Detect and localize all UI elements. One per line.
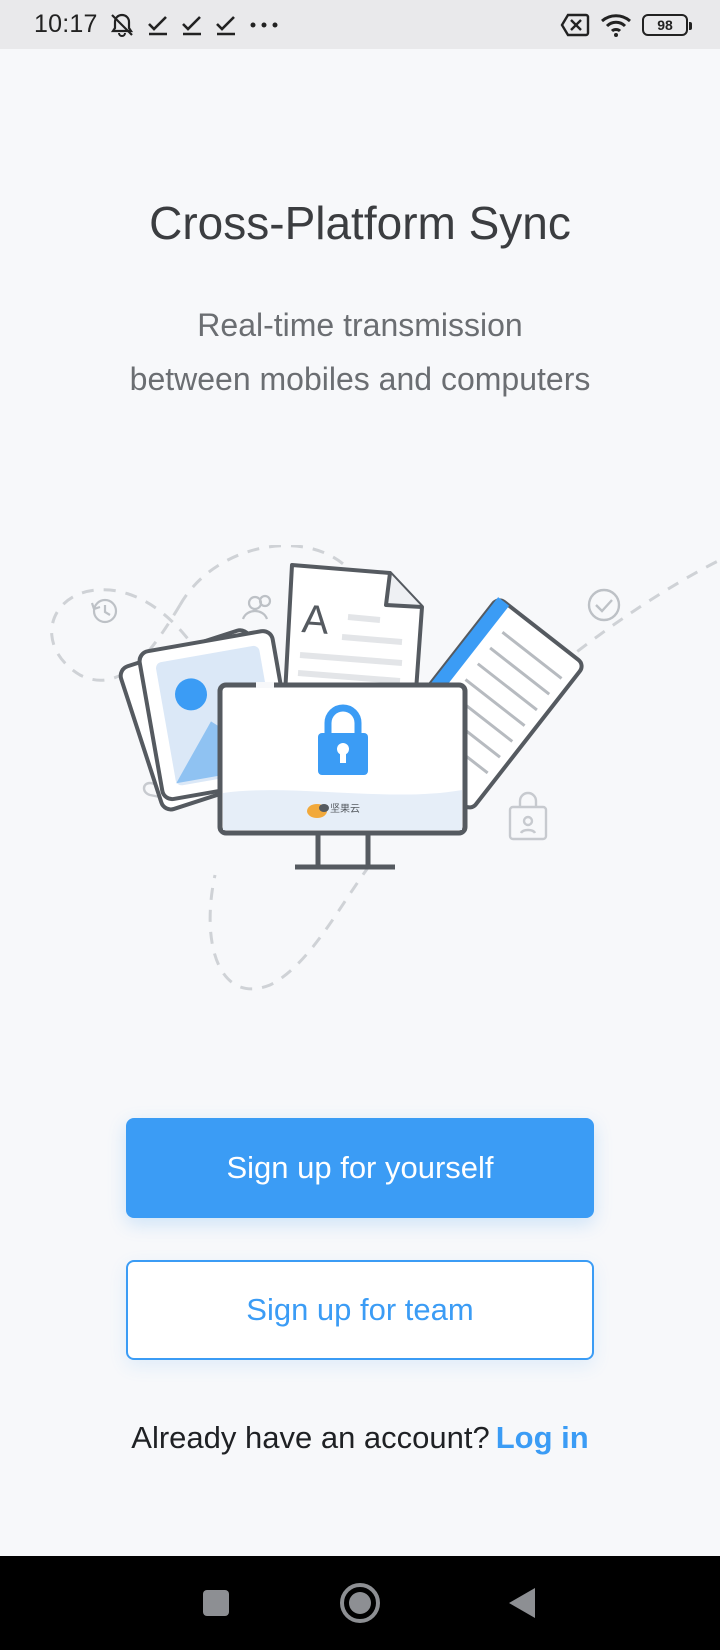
sign-up-team-button[interactable]: Sign up for team bbox=[126, 1260, 594, 1360]
page-title: Cross-Platform Sync bbox=[149, 197, 571, 249]
login-prompt: Already have an account? bbox=[131, 1420, 490, 1455]
sync-illustration: A 坚果云 bbox=[30, 544, 720, 1005]
illustration-brand-text: 坚果云 bbox=[330, 803, 360, 815]
check-icon bbox=[146, 13, 170, 37]
more-dots-icon bbox=[248, 20, 280, 30]
battery-indicator: 98 bbox=[642, 13, 692, 36]
status-bar: 10:17 98 bbox=[0, 0, 720, 49]
status-time: 10:17 bbox=[34, 10, 98, 38]
page-subtitle: Real-time transmission between mobiles a… bbox=[0, 298, 720, 406]
subtitle-line-1: Real-time transmission bbox=[197, 307, 523, 343]
system-nav-bar bbox=[0, 1556, 720, 1650]
home-circle-icon[interactable] bbox=[320, 1556, 400, 1650]
contacts-icon bbox=[241, 594, 272, 620]
bag-lock-icon bbox=[508, 791, 548, 841]
wifi-icon bbox=[600, 12, 632, 38]
recents-square-icon[interactable] bbox=[176, 1556, 256, 1650]
mute-notifications-icon bbox=[108, 11, 136, 39]
status-left: 10:17 bbox=[34, 10, 280, 39]
subtitle-line-2: between mobiles and computers bbox=[129, 361, 591, 397]
svg-text:A: A bbox=[300, 597, 330, 643]
history-icon bbox=[90, 598, 118, 624]
check-icon bbox=[180, 13, 204, 37]
back-triangle-icon[interactable] bbox=[482, 1556, 562, 1650]
checkmark-circle-icon bbox=[587, 588, 621, 622]
login-row: Already have an account? Log in bbox=[0, 1420, 720, 1456]
status-right: 98 bbox=[560, 12, 692, 38]
check-icon bbox=[214, 13, 238, 37]
battery-level: 98 bbox=[657, 16, 673, 33]
monitor-icon bbox=[217, 682, 468, 870]
no-sim-icon bbox=[560, 13, 590, 37]
log-in-link[interactable]: Log in bbox=[496, 1420, 589, 1455]
sign-up-yourself-button[interactable]: Sign up for yourself bbox=[126, 1118, 594, 1218]
